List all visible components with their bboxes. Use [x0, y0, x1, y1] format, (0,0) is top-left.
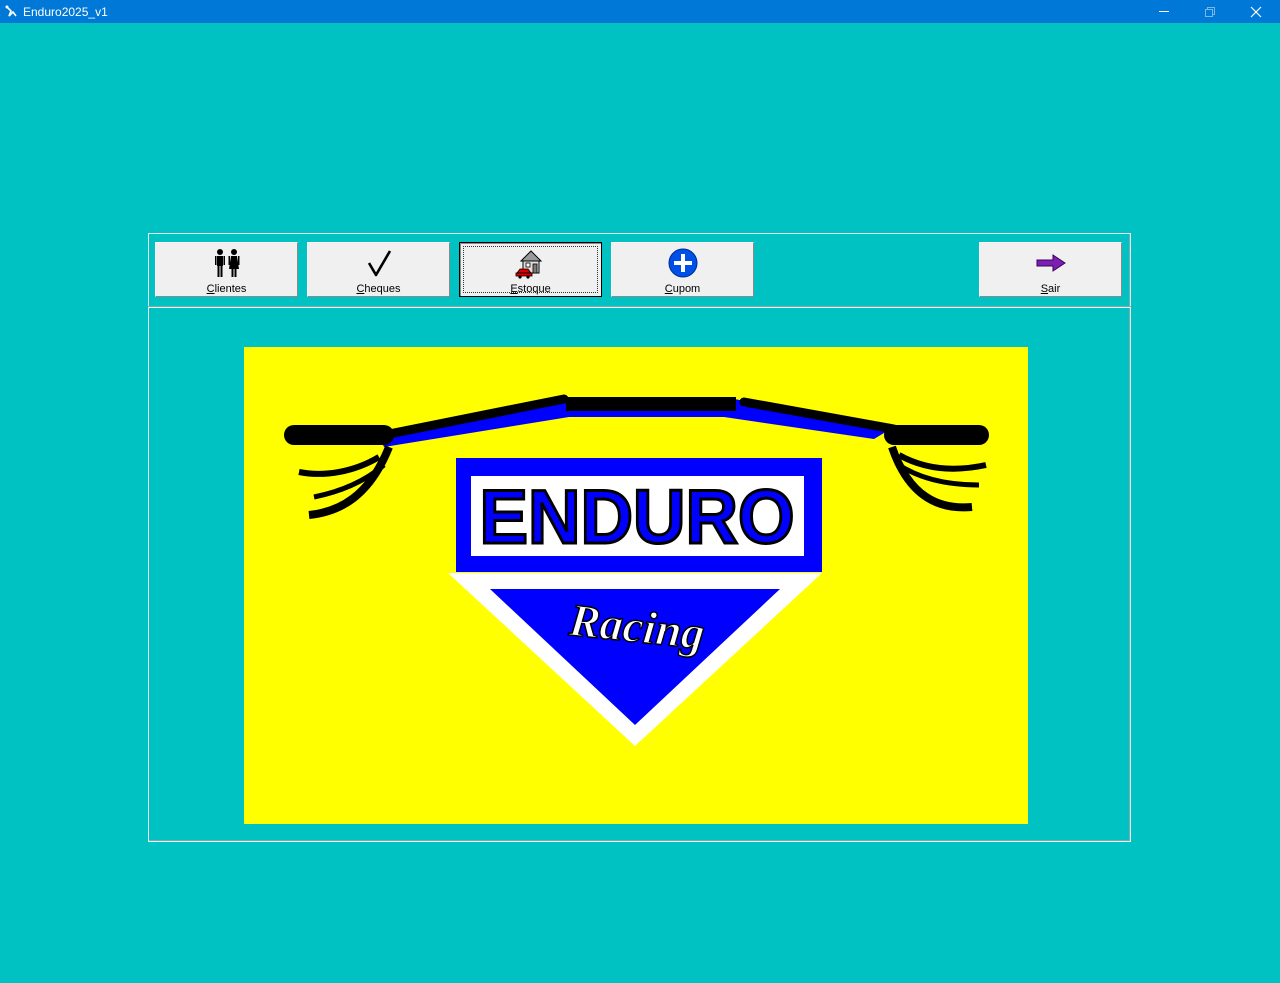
- people-icon: [214, 249, 239, 277]
- close-icon: [1250, 6, 1262, 18]
- sair-label: Sair: [1040, 283, 1061, 295]
- cheques-label: Cheques: [356, 283, 401, 295]
- toolbar-divider: [148, 306, 1131, 308]
- cheques-button[interactable]: Cheques: [307, 242, 450, 297]
- arrow-right-icon: [1036, 254, 1066, 272]
- window-title: Enduro2025_v1: [23, 5, 108, 19]
- plus-circle-icon: [668, 248, 697, 278]
- enduro-racing-logo: ENDURO Racing: [244, 347, 1028, 824]
- title-bar[interactable]: Enduro2025_v1: [0, 0, 1280, 23]
- minimize-icon: [1159, 11, 1169, 12]
- cupom-button[interactable]: Cupom: [611, 242, 754, 297]
- checkmark-icon: [367, 250, 391, 277]
- logo-graphic: ENDURO Racing: [284, 394, 989, 746]
- close-button[interactable]: [1233, 0, 1279, 23]
- clientes-button[interactable]: Clientes: [155, 242, 298, 297]
- minimize-button[interactable]: [1141, 0, 1187, 23]
- house-car-icon: [515, 250, 542, 279]
- sair-button[interactable]: Sair: [979, 242, 1122, 297]
- logo-title: ENDURO: [480, 475, 795, 560]
- clientes-label: Clientes: [206, 283, 247, 295]
- estoque-label: Estoque: [510, 283, 551, 295]
- estoque-button[interactable]: Estoque: [459, 242, 602, 297]
- app-icon: [5, 5, 17, 17]
- cupom-label: Cupom: [664, 283, 701, 295]
- maximize-icon: [1205, 7, 1215, 17]
- maximize-button[interactable]: [1187, 0, 1233, 23]
